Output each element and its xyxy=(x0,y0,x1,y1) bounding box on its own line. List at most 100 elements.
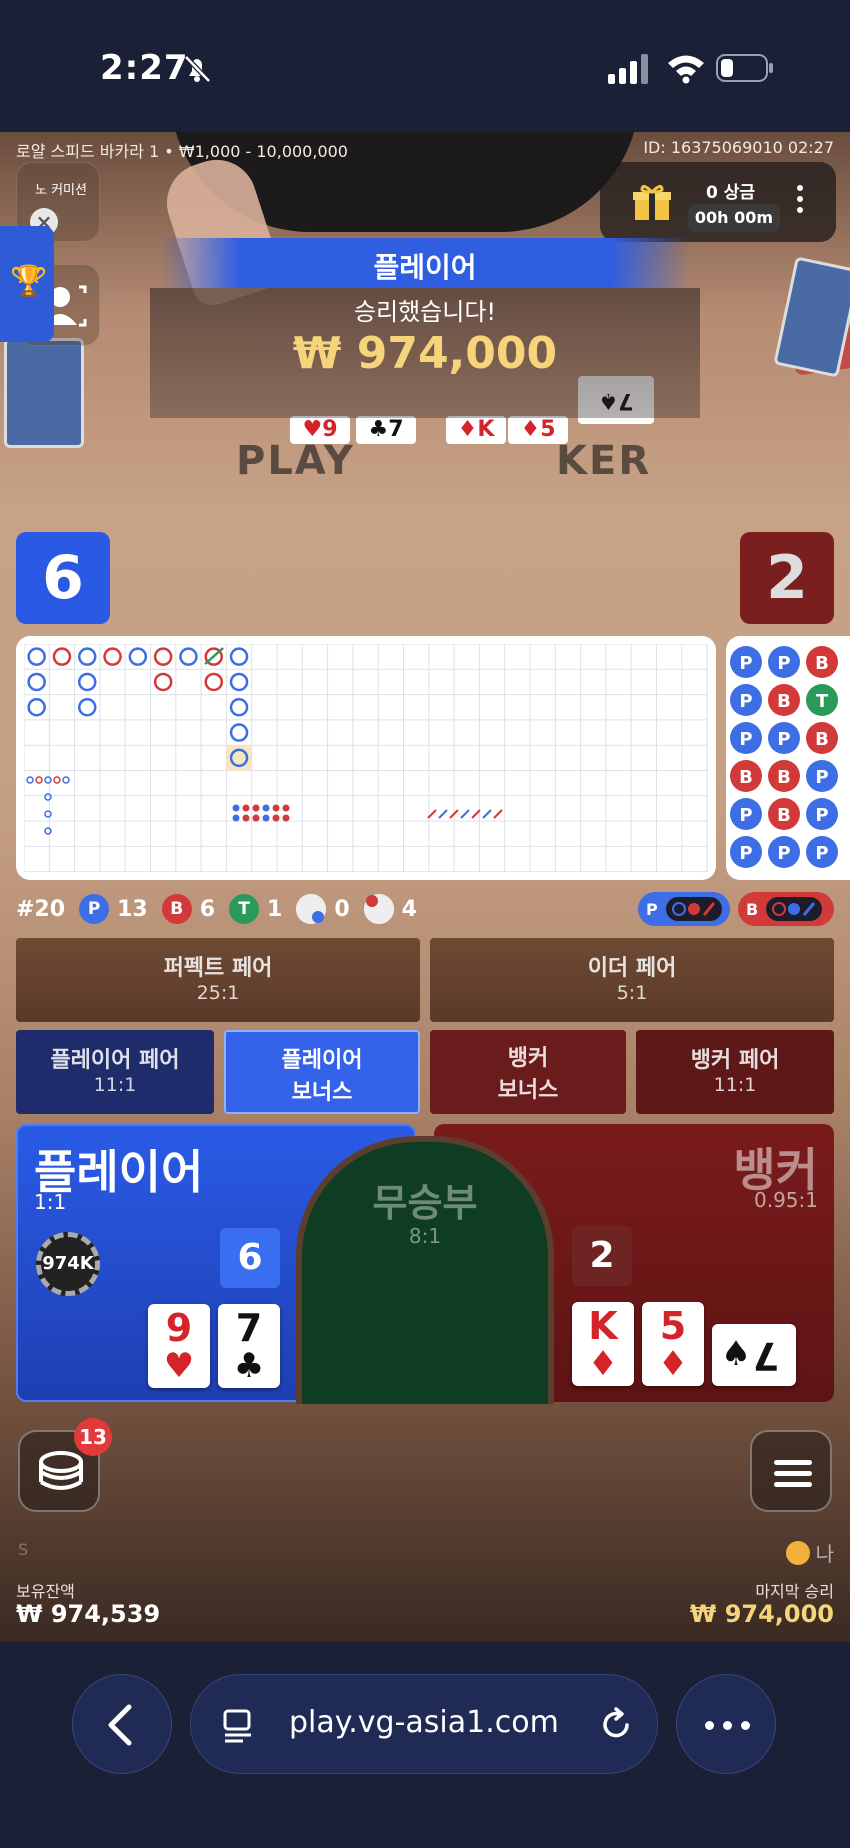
table-info: 로얄 스피드 바카라 1 • ₩1,000 - 10,000,000 xyxy=(16,142,348,161)
battery-icon xyxy=(716,54,773,82)
big-road-mark xyxy=(153,647,173,666)
big-road-mark xyxy=(78,672,97,692)
banker-card-2-rank: 5 xyxy=(659,1304,687,1348)
bet-either-pair-name: 이더 페어 xyxy=(587,956,677,981)
bead-label: T xyxy=(816,691,829,712)
bet-banker-bonus[interactable]: 뱅커 보너스 xyxy=(430,1030,626,1114)
big-road-mark xyxy=(128,647,148,666)
wifi-icon xyxy=(668,55,704,84)
bead-small-mark xyxy=(252,804,260,812)
bet-banker-pair[interactable]: 뱅커 페어 11:1 xyxy=(636,1030,834,1114)
player-card-2-suit: ♣ xyxy=(233,1346,265,1386)
cockroach-road-mark xyxy=(471,809,481,819)
road-map[interactable] xyxy=(16,636,716,880)
predict-banker-button[interactable]: B xyxy=(738,892,834,926)
tie-count: 1 xyxy=(267,896,283,922)
round-id: ID: 16375069010 02:27 xyxy=(643,138,834,157)
bet-tie[interactable]: 무승부 8:1 xyxy=(296,1136,554,1404)
banker-card-1-suit: ♦ xyxy=(587,1344,619,1384)
bet-banker-pair-odds: 11:1 xyxy=(713,1074,757,1096)
banker-pair-icon xyxy=(363,894,394,924)
status-bar: 2:27 xyxy=(0,0,850,132)
table-card-player-2: ♣7 xyxy=(356,416,416,444)
bet-perfect-pair-name: 퍼펙트 페어 xyxy=(163,956,273,981)
player-count-icon: P xyxy=(79,894,110,924)
stats-row: #20 P 13 B 6 T 1 0 4 xyxy=(16,890,431,928)
road-map-grid xyxy=(24,644,708,872)
bead-small-mark xyxy=(272,814,280,822)
player-card-2-rank: 7 xyxy=(235,1306,263,1350)
table-card-banker-1: ♦K xyxy=(446,416,506,444)
big-road-mark xyxy=(229,647,249,666)
placed-chip: 974K xyxy=(36,1232,100,1296)
bead-label: P xyxy=(777,729,790,750)
big-road-mark xyxy=(153,672,173,692)
big-road-mark xyxy=(27,672,46,692)
player-pair-count: 0 xyxy=(334,896,350,922)
banker-hand-total: 2 xyxy=(572,1226,632,1286)
s-mark: S xyxy=(18,1540,29,1559)
big-road-mark xyxy=(229,672,249,692)
bet-player-odds: 1:1 xyxy=(34,1190,67,1214)
no-commission-label: 노 커미션 xyxy=(35,183,87,198)
url-bar[interactable]: play.vg-asia1.com xyxy=(190,1674,658,1774)
crown-icon xyxy=(785,1540,810,1565)
bet-player-bonus-name-2: 보너스 xyxy=(291,1080,353,1105)
banker-card-1-rank: K xyxy=(588,1304,618,1348)
bead-small-mark xyxy=(232,804,240,812)
reload-icon[interactable] xyxy=(597,1705,637,1745)
banker-score: 2 xyxy=(740,532,834,624)
bead-small-mark xyxy=(252,814,260,822)
table-card-player-1: ♥9 xyxy=(290,416,350,444)
bet-player-pair[interactable]: 플레이어 페어 11:1 xyxy=(16,1030,214,1114)
last-win-value: ₩ 974,000 xyxy=(689,1600,834,1628)
bet-either-pair[interactable]: 이더 페어 5:1 xyxy=(430,938,834,1022)
big-road-mark xyxy=(78,698,97,717)
banker-card-3-suit: ♠ xyxy=(720,1334,752,1374)
banker-card-2-suit: ♦ xyxy=(657,1344,689,1384)
bead-label: B xyxy=(815,729,829,750)
small-road-mark xyxy=(44,810,52,818)
banker-card-1: K ♦ xyxy=(572,1302,634,1386)
chip-count-badge: 13 xyxy=(74,1418,112,1456)
bead-label: B xyxy=(815,653,829,674)
banker-card-3: 7 ♠ xyxy=(712,1324,796,1386)
na-indicator[interactable]: 나 xyxy=(785,1538,834,1567)
cockroach-road-mark xyxy=(460,809,470,819)
big-road-mark xyxy=(78,647,97,666)
small-road-mark xyxy=(53,776,61,784)
bead-small-mark xyxy=(282,814,290,822)
prize-label: 0 상금 xyxy=(706,183,756,203)
balance-label: 보유잔액 xyxy=(16,1582,75,1601)
predict-player-pattern-icon xyxy=(665,897,722,921)
round-number: #20 xyxy=(16,896,66,922)
win-amount: ₩ 974,000 xyxy=(292,328,558,379)
more-button[interactable] xyxy=(676,1674,776,1774)
small-road-mark xyxy=(35,776,43,784)
menu-icon[interactable] xyxy=(750,1430,832,1512)
bet-perfect-pair-odds: 25:1 xyxy=(196,982,240,1004)
signal-icon xyxy=(608,54,648,84)
last-win-label: 마지막 승리 xyxy=(755,1582,834,1601)
bead-label: B xyxy=(739,767,753,788)
bet-perfect-pair[interactable]: 퍼펙트 페어 25:1 xyxy=(16,938,420,1022)
prize-panel[interactable]: 0 상금 00h 00m xyxy=(600,162,836,242)
big-road-mark xyxy=(27,698,46,717)
back-button[interactable] xyxy=(72,1674,172,1774)
big-road-mark xyxy=(204,672,223,692)
bet-player-bonus[interactable]: 플레이어 보너스 xyxy=(224,1030,420,1114)
player-score: 6 xyxy=(16,532,110,624)
banker-card-2: 5 ♦ xyxy=(642,1302,704,1386)
more-vertical-icon[interactable] xyxy=(796,182,804,222)
predict-player-button[interactable]: P xyxy=(638,892,730,926)
bead-road[interactable]: PPBPBTPPBBBPPBPPPP xyxy=(726,636,850,880)
tie-count-icon: T xyxy=(229,894,259,924)
bet-banker-pair-name: 뱅커 페어 xyxy=(690,1048,780,1073)
bead-label: B xyxy=(777,691,791,712)
player-hand-total: 6 xyxy=(220,1228,280,1288)
bet-banker-bonus-name-2: 보너스 xyxy=(497,1078,559,1103)
bell-muted-icon xyxy=(184,55,211,83)
bet-player-bonus-name-1: 플레이어 xyxy=(281,1048,363,1073)
bead-road-grid: P P BP B TP P BB B PP B PP P P xyxy=(730,646,838,868)
board-text-banker: KER xyxy=(556,438,652,484)
